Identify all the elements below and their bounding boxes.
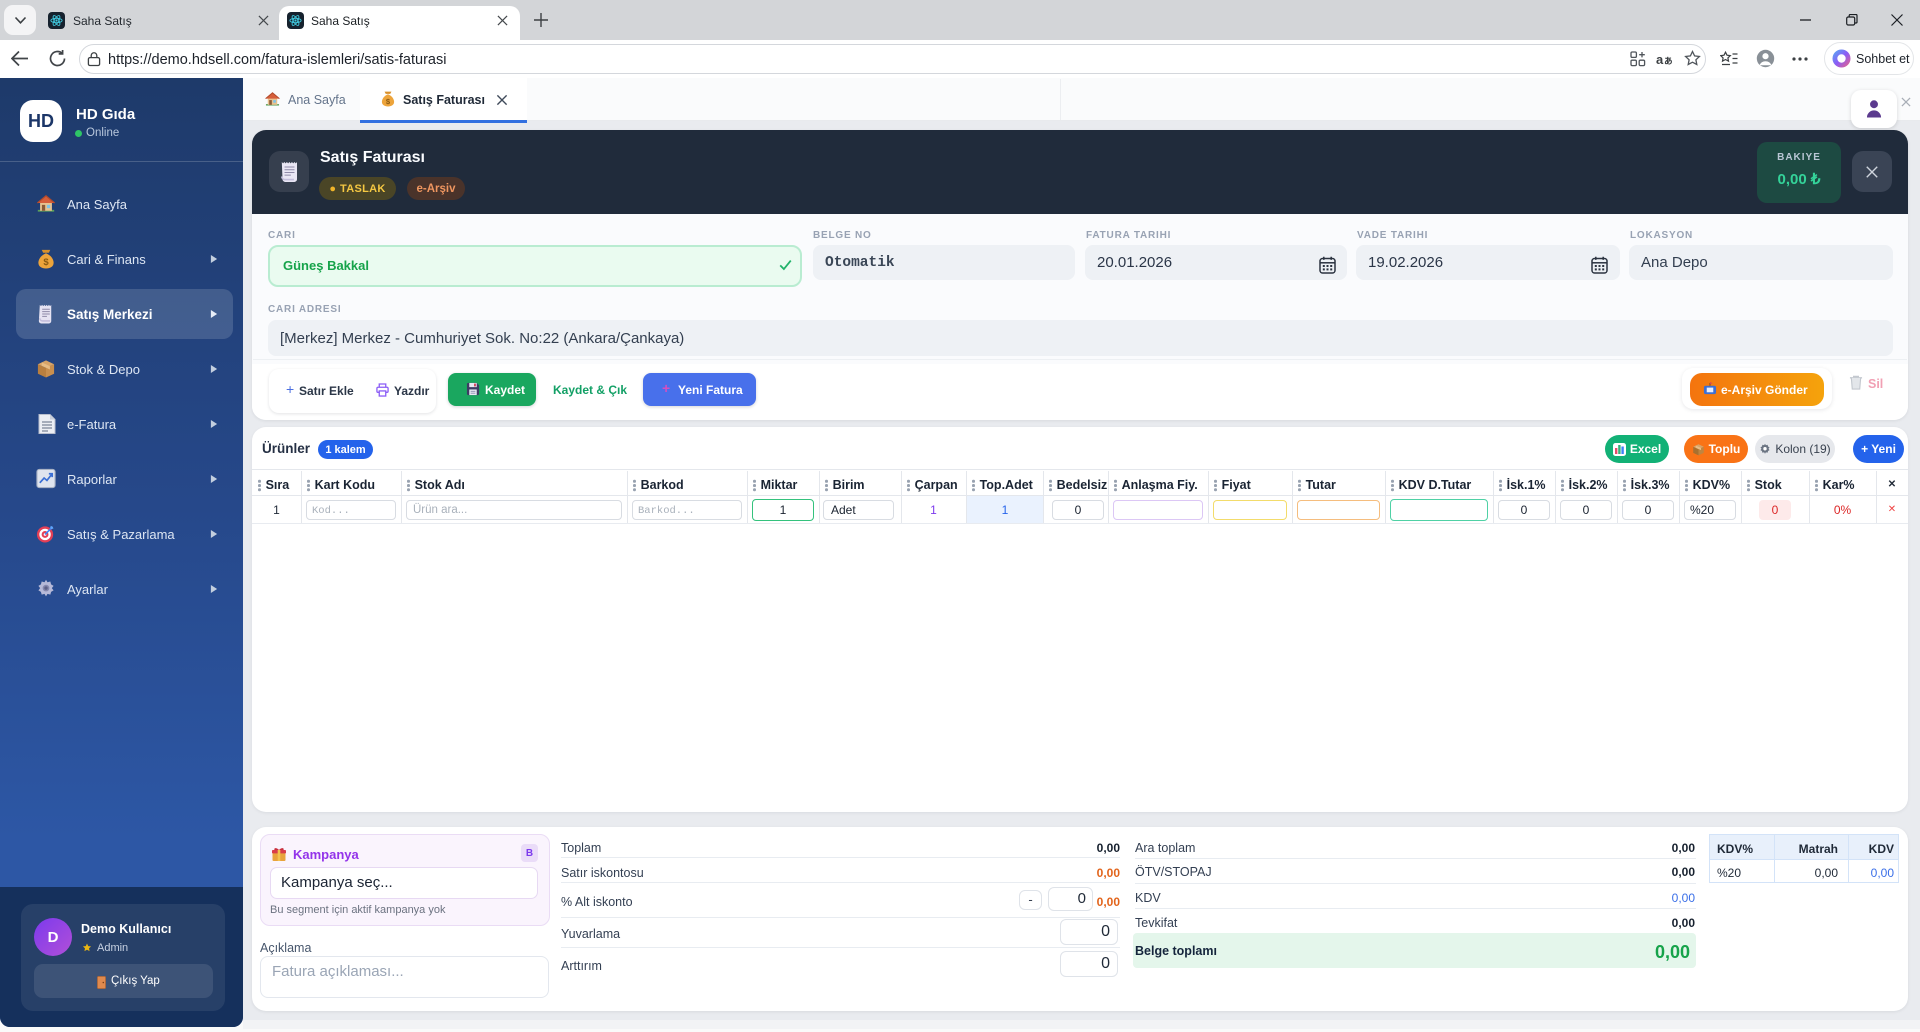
svg-text:$: $ [43,257,49,268]
